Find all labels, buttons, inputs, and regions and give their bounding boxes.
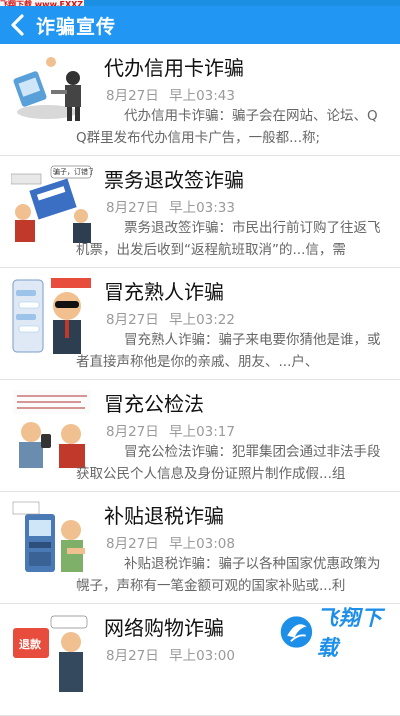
article-title: 网络购物诈骗 [104,616,224,640]
article-title: 冒充熟人诈骗 [104,280,224,304]
list-item[interactable]: 骗子，订错了 票务退改签诈骗 8月27日 早上03:33 票务退改签诈骗：市民出… [0,156,400,268]
article-title: 冒充公检法 [104,392,204,416]
article-summary: 冒充熟人诈骗：骗子来电要你猜他是谁，或者直接声称他是你的亲戚、朋友、...户、 [76,332,381,370]
article-time: 早上03:22 [169,312,235,328]
list-item[interactable]: 补贴退税诈骗 8月27日 早上03:08 补贴退税诈骗：骗子以各种国家优惠政策为… [0,492,400,604]
article-meta: 8月27日 早上03:17 [106,420,241,440]
watermark-brand: 飞翔下载 [278,606,398,660]
article-summary: 票务退改签诈骗：市民出行前订购了往返飞机票，出发后收到“返程航班取消”的...信… [76,220,381,258]
article-title: 代办信用卡诈骗 [104,56,244,80]
brand-text: 飞翔下载 [316,606,383,660]
article-time: 早上03:00 [169,648,235,664]
article-date: 8月27日 [106,88,159,104]
article-summary: 补贴退税诈骗：骗子以各种国家优惠政策为幌子，声称有一笔金额可观的国家补贴或...… [76,556,381,594]
article-time: 早上03:08 [169,536,235,552]
brand-logo-icon [278,614,314,650]
article-meta: 8月27日 早上03:22 [106,308,241,328]
article-meta: 8月27日 早上03:33 [106,196,241,216]
article-summary [76,665,386,709]
article-date: 8月27日 [106,648,159,664]
article-date: 8月27日 [106,200,159,216]
article-title: 补贴退税诈骗 [104,504,224,528]
article-summary: 代办信用卡诈骗：骗子会在网站、论坛、QQ群里发布代办信用卡广告，一般都...称; [76,108,378,146]
article-summary: 冒充公检法诈骗：犯罪集团会通过非法手段获取公民个人信息及身份证照片制作成假...… [76,444,381,482]
list-item[interactable]: 冒充熟人诈骗 8月27日 早上03:22 冒充熟人诈骗：骗子来电要你猜他是谁，或… [0,268,400,380]
article-date: 8月27日 [106,312,159,328]
thumbnail-caption: 骗子，订错了 [53,168,93,176]
thumbnail-caption: 退款 [19,638,41,651]
title-bar: 诈骗宣传 [0,6,400,44]
article-meta: 8月27日 早上03:08 [106,532,241,552]
list-item[interactable]: 冒充公检法 8月27日 早上03:17 冒充公检法诈骗：犯罪集团会通过非法手段获… [0,380,400,492]
article-meta: 8月27日 早上03:43 [106,84,241,104]
chevron-left-icon [11,14,24,36]
article-time: 早上03:33 [169,200,235,216]
list-item[interactable]: 代办信用卡诈骗 8月27日 早上03:43 代办信用卡诈骗：骗子会在网站、论坛、… [0,44,400,156]
article-time: 早上03:43 [169,88,235,104]
article-time: 早上03:17 [169,424,235,440]
article-title: 票务退改签诈骗 [104,168,244,192]
back-button[interactable] [0,6,36,44]
article-meta: 8月27日 早上03:00 [106,644,241,664]
article-date: 8月27日 [106,424,159,440]
page-title: 诈骗宣传 [36,15,117,38]
article-date: 8月27日 [106,536,159,552]
